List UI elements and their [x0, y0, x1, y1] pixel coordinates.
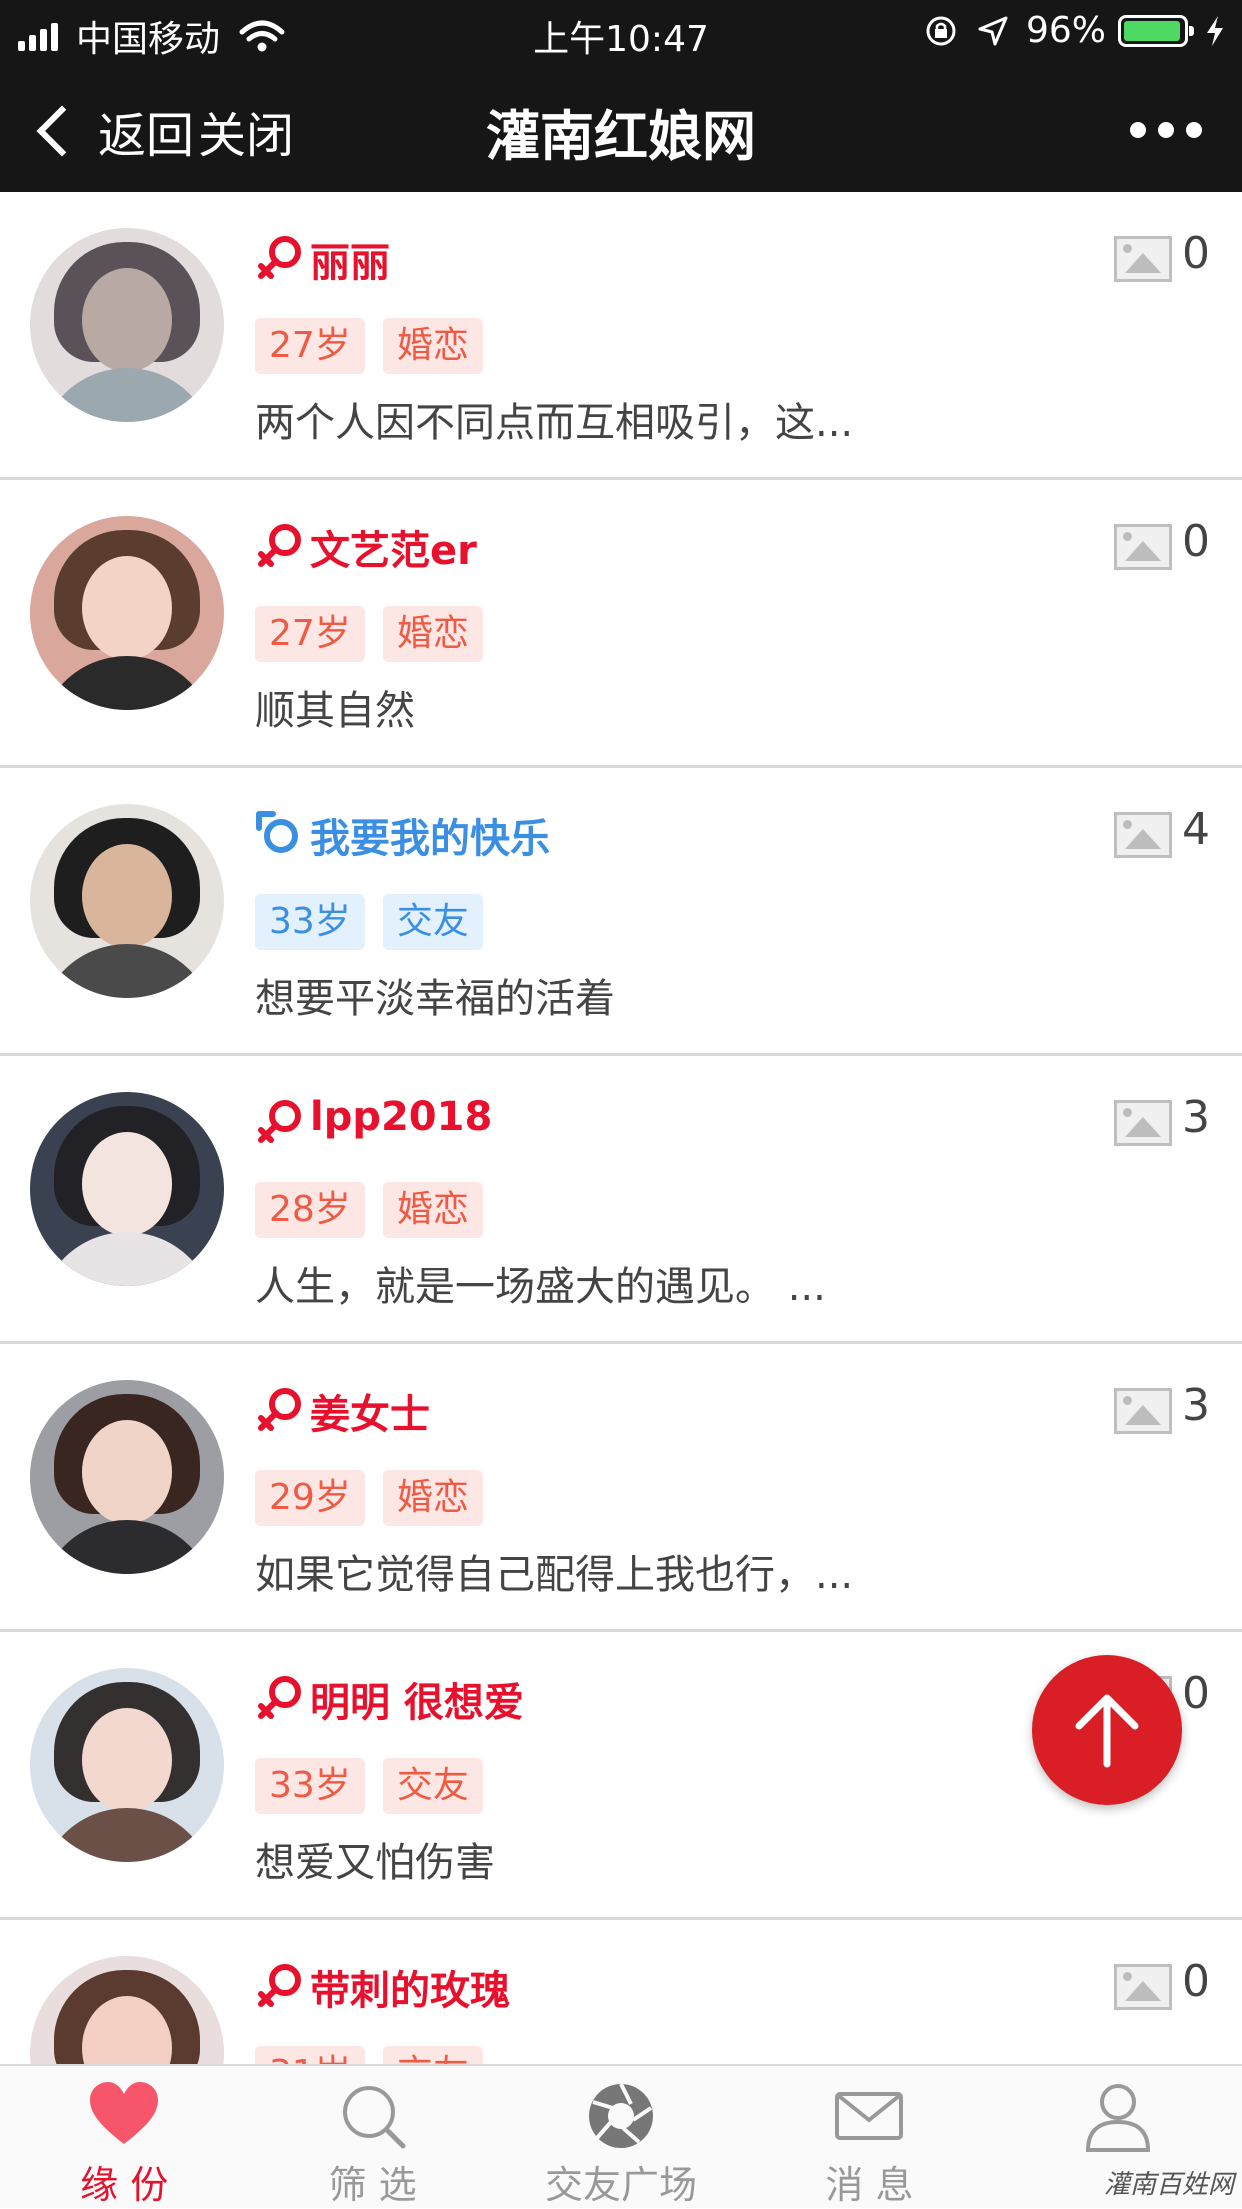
- search-icon: [342, 2086, 406, 2149]
- profile-name[interactable]: 姜女士: [310, 1382, 430, 1440]
- age-tag: 27岁: [255, 606, 365, 662]
- profile-row[interactable]: 丽丽 27岁 婚恋 两个人因不同点而互相吸引，这... 0: [0, 192, 1242, 480]
- tab-messages-label: 消 息: [825, 2163, 914, 2207]
- female-icon: [258, 1964, 301, 2007]
- nav-bar: 返回 关闭 灌南红娘网: [0, 62, 1242, 192]
- photo-icon: [1114, 1100, 1172, 1146]
- female-icon: [258, 236, 301, 279]
- profile-bio: 顺其自然: [255, 688, 415, 734]
- age-tag: 31岁: [255, 2046, 365, 2064]
- tab-plaza[interactable]: 交友广场: [497, 2066, 745, 2208]
- top-bar: 中国移动 上午10:47 96% 返回 关闭 灌南红娘网: [0, 0, 1242, 192]
- photo-icon: [1114, 524, 1172, 570]
- profile-name[interactable]: 明明 很想爱: [310, 1670, 524, 1728]
- tab-filter[interactable]: 筛 选: [248, 2066, 496, 2208]
- profile-bio: 如果它觉得自己配得上我也行，...: [255, 1552, 854, 1598]
- charging-bolt-icon: [1207, 15, 1223, 46]
- profile-row[interactable]: 我要我的快乐 33岁 交友 想要平淡幸福的活着 4: [0, 768, 1242, 1056]
- female-icon: [258, 524, 301, 567]
- photo-icon: [1114, 812, 1172, 858]
- age-tag: 33岁: [255, 894, 365, 950]
- avatar[interactable]: [30, 804, 224, 998]
- profile-bio: 人生，就是一场盛大的遇见。 ...: [255, 1264, 826, 1310]
- purpose-tag: 交友: [382, 894, 483, 950]
- avatar[interactable]: [30, 1668, 224, 1862]
- purpose-tag: 交友: [382, 2046, 483, 2064]
- photo-count: 0: [1182, 516, 1210, 567]
- tab-messages[interactable]: 消 息: [745, 2066, 993, 2208]
- battery-percent: 96%: [1025, 10, 1106, 51]
- arrow-up-icon: [1075, 1694, 1139, 1768]
- photo-count: 4: [1182, 804, 1210, 855]
- photo-count: 0: [1182, 228, 1210, 279]
- profile-row[interactable]: lpp2018 28岁 婚恋 人生，就是一场盛大的遇见。 ... 3: [0, 1056, 1242, 1344]
- profile-row[interactable]: 姜女士 29岁 婚恋 如果它觉得自己配得上我也行，... 3: [0, 1344, 1242, 1632]
- mail-icon: [835, 2092, 904, 2140]
- more-icon[interactable]: [1118, 122, 1202, 138]
- tab-fate-label: 缘 份: [80, 2163, 169, 2207]
- tab-fate[interactable]: 缘 份: [0, 2066, 248, 2208]
- purpose-tag: 婚恋: [382, 318, 483, 374]
- photo-count: 0: [1182, 1956, 1210, 2007]
- age-tag: 27岁: [255, 318, 365, 374]
- tab-plaza-label: 交友广场: [545, 2163, 698, 2207]
- age-tag: 29岁: [255, 1470, 365, 1526]
- purpose-tag: 婚恋: [382, 606, 483, 662]
- age-tag: 33岁: [255, 1758, 365, 1814]
- male-icon: [256, 811, 298, 853]
- purpose-tag: 婚恋: [382, 1470, 483, 1526]
- photo-icon: [1114, 236, 1172, 282]
- purpose-tag: 婚恋: [382, 1182, 483, 1238]
- battery-icon: [1118, 14, 1194, 47]
- page-title: 灌南红娘网: [486, 105, 756, 168]
- heart-icon: [90, 2082, 159, 2144]
- photo-icon: [1114, 1388, 1172, 1434]
- avatar[interactable]: [30, 228, 224, 422]
- photo-count: 0: [1182, 1668, 1210, 1719]
- status-bar: 中国移动 上午10:47 96%: [0, 0, 1242, 62]
- avatar[interactable]: [30, 1092, 224, 1286]
- location-icon: [978, 16, 1008, 45]
- female-icon: [258, 1676, 301, 1719]
- avatar[interactable]: [30, 516, 224, 710]
- profile-name[interactable]: lpp2018: [310, 1094, 492, 1140]
- photo-count: 3: [1182, 1092, 1210, 1143]
- tab-bar: 缘 份 筛 选 交友广场 消 息: [0, 2064, 1242, 2208]
- aperture-icon: [589, 2083, 654, 2148]
- user-icon: [1085, 2084, 1150, 2152]
- avatar[interactable]: [30, 1380, 224, 1574]
- female-icon: [258, 1100, 301, 1143]
- profile-name[interactable]: 文艺范er: [310, 518, 477, 576]
- profile-bio: 两个人因不同点而互相吸引，这...: [255, 400, 854, 446]
- profile-row[interactable]: 文艺范er 27岁 婚恋 顺其自然 0: [0, 480, 1242, 768]
- female-icon: [258, 1388, 301, 1431]
- profile-bio: 想要平淡幸福的活着: [255, 976, 615, 1022]
- scroll-to-top-button[interactable]: [1032, 1655, 1182, 1805]
- profile-name[interactable]: 丽丽: [310, 230, 390, 288]
- profile-bio: 想爱又怕伤害: [255, 1840, 495, 1886]
- rotation-lock-icon: [926, 16, 956, 45]
- tab-filter-label: 筛 选: [328, 2163, 417, 2207]
- age-tag: 28岁: [255, 1182, 365, 1238]
- photo-icon: [1114, 1964, 1172, 2010]
- profile-name[interactable]: 带刺的玫瑰: [310, 1958, 510, 2016]
- avatar[interactable]: [30, 1956, 224, 2064]
- purpose-tag: 交友: [382, 1758, 483, 1814]
- profile-name[interactable]: 我要我的快乐: [310, 806, 550, 864]
- photo-count: 3: [1182, 1380, 1210, 1431]
- battery-level-fill: [1124, 20, 1180, 41]
- watermark: 灌南百姓网: [1103, 2170, 1234, 2200]
- profile-row[interactable]: 带刺的玫瑰 31岁 交友 0: [0, 1920, 1242, 2064]
